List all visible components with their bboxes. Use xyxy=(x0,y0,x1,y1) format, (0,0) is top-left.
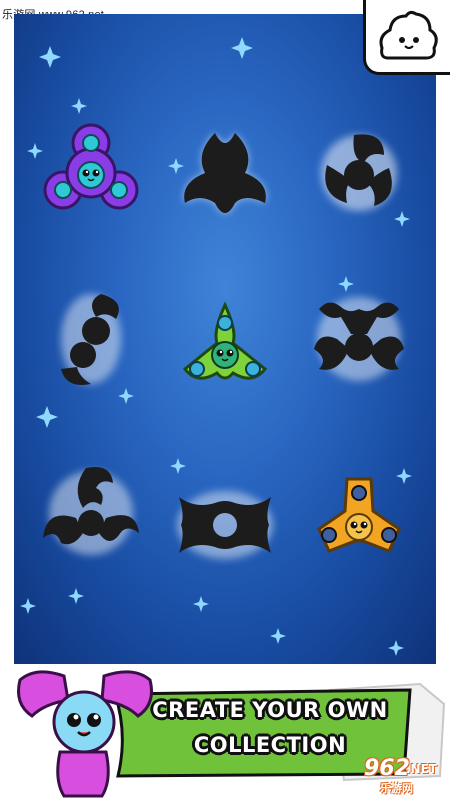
locked-spinner-silhouette-icon xyxy=(184,133,266,213)
purple-spinner-icon xyxy=(43,123,139,210)
pink-spinner-mascot-icon xyxy=(17,670,153,798)
spinner-slot-1[interactable] xyxy=(36,118,146,228)
watermark-net: .NET xyxy=(406,762,437,776)
spinner-slot-9[interactable] xyxy=(304,470,414,580)
mascot-blob-icon xyxy=(379,10,438,60)
corner-watermark: 962 .NET 乐游网 xyxy=(324,752,444,796)
spinner-slot-3[interactable] xyxy=(304,118,414,228)
menu-button[interactable] xyxy=(363,0,450,75)
locked-spinner-silhouette-icon xyxy=(314,297,404,381)
spinner-body xyxy=(43,123,139,210)
locked-spinner-silhouette-icon xyxy=(321,134,397,211)
watermark-logo: 962 xyxy=(364,756,410,781)
locked-spinner-silhouette-icon xyxy=(177,491,273,559)
locked-spinner-silhouette-icon xyxy=(61,294,121,385)
spinner-slot-4[interactable] xyxy=(36,284,146,394)
spinner-slot-5[interactable] xyxy=(170,296,280,406)
watermark-sub: 乐游网 xyxy=(380,782,413,795)
spinner-slot-8[interactable] xyxy=(170,470,280,580)
banner-line-1: CREATE YOUR OWN xyxy=(152,698,388,722)
collection-panel xyxy=(14,14,436,664)
spinner-slot-2[interactable] xyxy=(170,118,280,228)
green-spinner-icon xyxy=(182,301,268,380)
spinner-slot-6[interactable] xyxy=(304,284,414,394)
spinner-slot-7[interactable] xyxy=(36,458,146,568)
orange-spinner-icon xyxy=(317,477,401,553)
locked-spinner-silhouette-icon xyxy=(43,467,139,555)
